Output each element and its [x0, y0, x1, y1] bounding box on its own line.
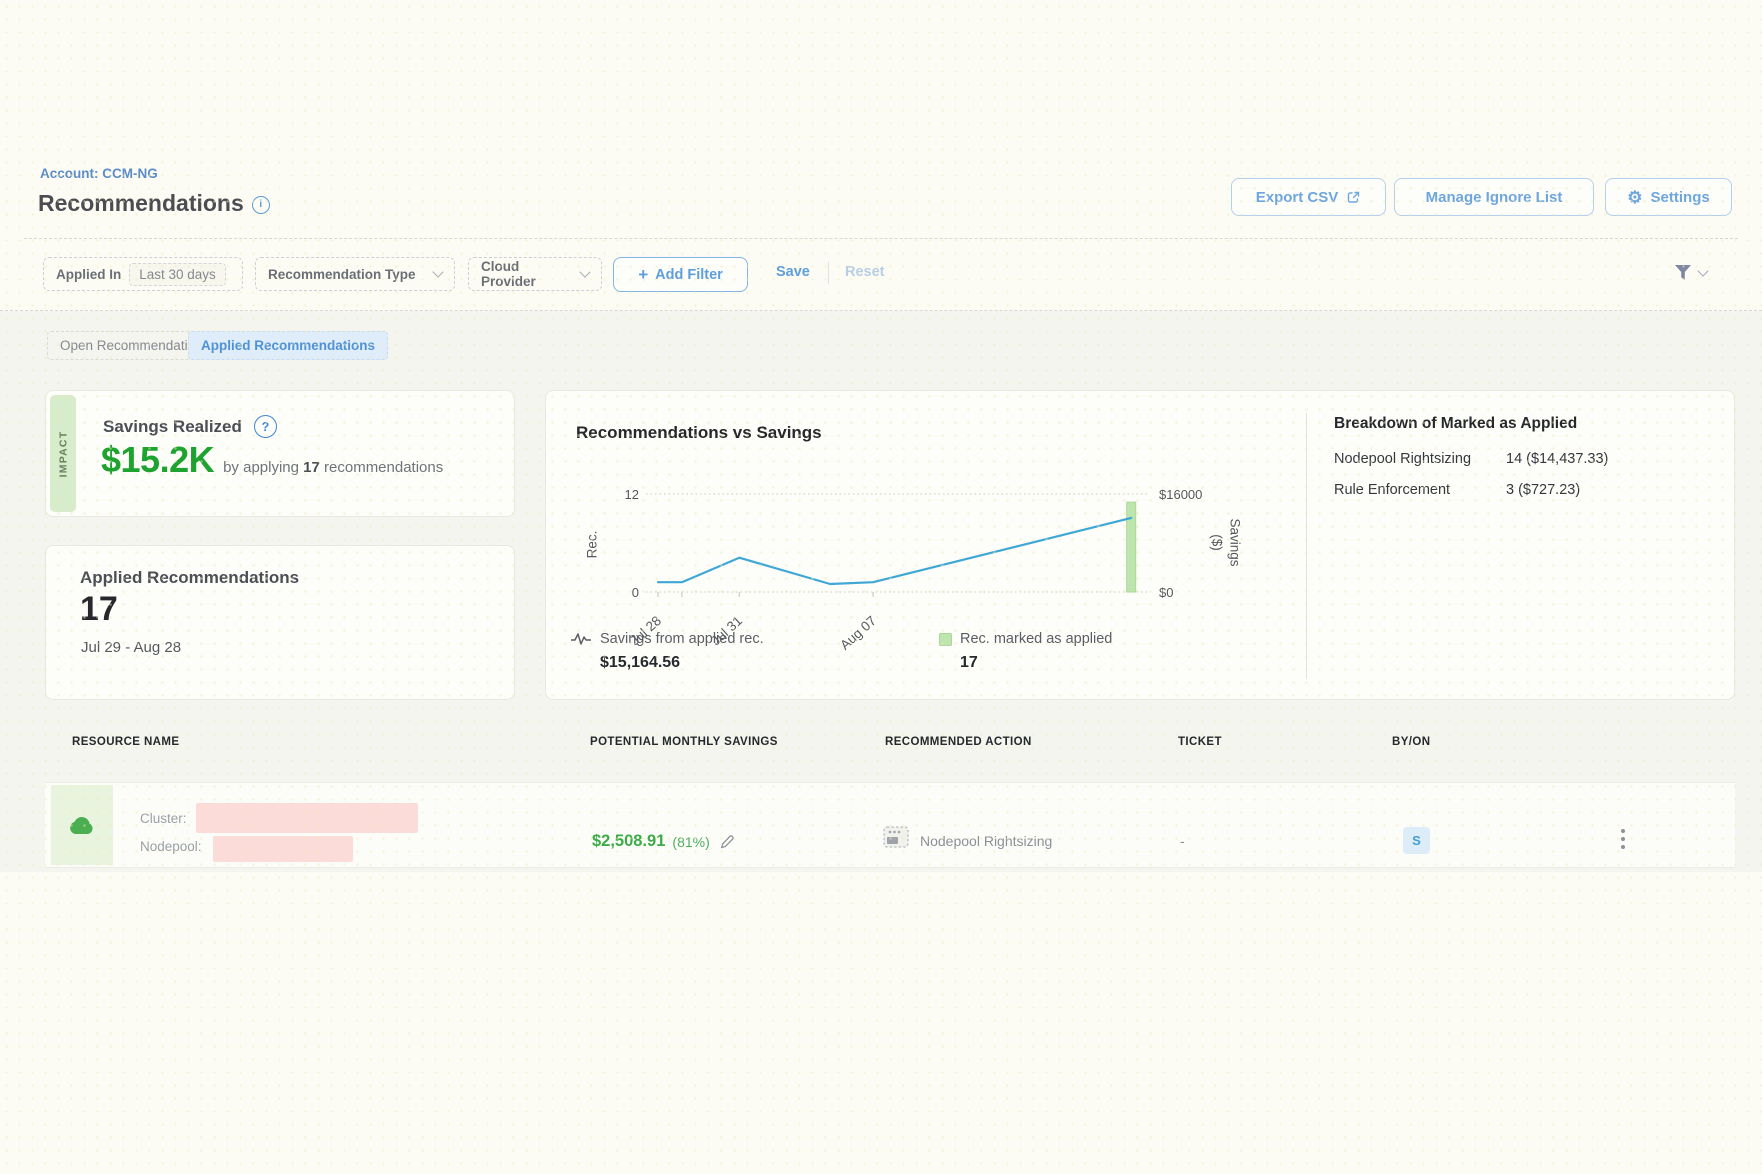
page-title: Recommendations: [38, 190, 244, 217]
applied-card-title: Applied Recommendations: [80, 568, 299, 588]
legend-bar-total: 17: [960, 654, 1112, 672]
recommendation-action-icon: [883, 826, 909, 848]
external-link-icon: [1346, 190, 1361, 205]
reset-filter-button[interactable]: Reset: [845, 264, 885, 280]
manage-ignore-list-label: Manage Ignore List: [1426, 189, 1563, 206]
nodepool-label: Nodepool:: [140, 839, 202, 854]
by-on-avatar-badge[interactable]: S: [1403, 827, 1430, 854]
gear-icon: ⚙: [1627, 189, 1642, 206]
chart-title: Recommendations vs Savings: [576, 423, 822, 443]
filter-bar-divider: [0, 310, 1762, 311]
cluster-cloud-icon: [68, 813, 96, 837]
bar-swatch-icon: [939, 633, 952, 646]
export-csv-button[interactable]: Export CSV: [1231, 178, 1386, 216]
savings-realized-card: IMPACT Savings Realized ? $15.2K by appl…: [45, 390, 515, 517]
right-axis-label: Savings ($): [1208, 511, 1243, 575]
legend-bar-label: Rec. marked as applied: [960, 631, 1112, 647]
applied-card-count: 17: [80, 590, 118, 629]
chevron-down-icon: [432, 266, 443, 277]
filter-applied-in-label: Applied In: [56, 267, 121, 282]
redacted-cluster-name: [196, 803, 418, 833]
recommendations-page: Account: CCM-NG Recommendations i Export…: [0, 0, 1762, 1174]
legend-line-label: Savings from applied rec.: [600, 631, 764, 647]
left-axis-label: Rec.: [585, 515, 600, 575]
chevron-down-icon: [1697, 265, 1708, 276]
filter-panel-toggle[interactable]: [1672, 263, 1707, 283]
filter-cloud-provider[interactable]: Cloud Provider: [468, 257, 602, 291]
export-csv-label: Export CSV: [1256, 189, 1339, 206]
help-icon[interactable]: ?: [254, 415, 277, 438]
savings-realized-value-row: $15.2K by applying 17 recommendations: [101, 439, 443, 481]
card-section-divider: [1306, 413, 1307, 679]
redacted-nodepool-name: [213, 836, 353, 862]
left-axis-tick-bottom: 0: [599, 585, 639, 600]
applied-recommendations-card: Applied Recommendations 17 Jul 29 - Aug …: [45, 545, 515, 700]
edit-pencil-icon[interactable]: [720, 834, 735, 849]
page-title-row: Recommendations i: [38, 190, 270, 217]
legend-line-series[interactable]: Savings from applied rec. $15,164.56: [570, 631, 764, 672]
breakdown-title: Breakdown of Marked as Applied: [1334, 415, 1724, 433]
row-menu-kebab-icon[interactable]: [1617, 825, 1629, 853]
savings-realized-desc: by applying 17 recommendations: [223, 459, 443, 476]
breakdown-row-label: Nodepool Rightsizing: [1334, 448, 1506, 470]
settings-button[interactable]: ⚙ Settings: [1605, 178, 1732, 216]
savings-realized-header: Savings Realized ?: [103, 415, 277, 438]
header-divider: [24, 238, 1738, 239]
x-axis-label: Aug 07: [810, 613, 879, 678]
ticket-value: -: [1180, 833, 1185, 849]
filter-cloud-provider-label: Cloud Provider: [481, 259, 573, 289]
chart-card: Recommendations vs Savings 12 0 Rec. $16…: [545, 390, 1735, 700]
recommendations-vs-savings-chart: [646, 486, 1151, 606]
potential-savings-cell: $2,508.91 (81%): [592, 832, 735, 851]
savings-percent: (81%): [672, 834, 709, 850]
breakdown-row-label: Rule Enforcement: [1334, 479, 1506, 501]
savings-realized-title: Savings Realized: [103, 417, 242, 437]
recommended-action-text: Nodepool Rightsizing: [920, 833, 1052, 849]
savings-realized-amount: $15.2K: [101, 439, 214, 481]
add-filter-label: Add Filter: [655, 267, 723, 283]
column-header-ticket[interactable]: Ticket: [1178, 736, 1222, 748]
funnel-icon: [1672, 263, 1694, 283]
filter-applied-in[interactable]: Applied In Last 30 days: [43, 257, 243, 291]
filter-applied-in-value[interactable]: Last 30 days: [129, 263, 226, 286]
save-filter-button[interactable]: Save: [776, 264, 810, 280]
breakdown-row-value: 3 ($727.23): [1506, 479, 1618, 501]
column-header-by-on[interactable]: By/On: [1392, 736, 1430, 748]
chevron-down-icon: [580, 266, 591, 277]
filter-recommendation-type[interactable]: Recommendation Type: [255, 257, 455, 291]
info-icon[interactable]: i: [252, 196, 270, 214]
legend-bar-series[interactable]: Rec. marked as applied 17: [939, 631, 1112, 672]
account-breadcrumb[interactable]: Account: CCM-NG: [40, 166, 158, 181]
column-header-recommended-action[interactable]: Recommended Action: [885, 736, 1032, 748]
impact-ribbon: IMPACT: [50, 395, 76, 512]
table-row[interactable]: Cluster: Nodepool: $2,508.91 (81%) Nodep…: [45, 782, 1735, 868]
tab-applied-recommendations[interactable]: Applied Recommendations: [188, 331, 388, 360]
cluster-label: Cluster:: [140, 811, 187, 826]
savings-amount: $2,508.91: [592, 832, 665, 851]
breakdown-row: Rule Enforcement 3 ($727.23): [1334, 479, 1724, 501]
filter-recommendation-type-label: Recommendation Type: [268, 267, 416, 282]
right-axis-tick-bottom: $0: [1159, 585, 1173, 600]
plus-icon: +: [638, 265, 648, 285]
breakdown-panel: Breakdown of Marked as Applied Nodepool …: [1334, 415, 1724, 502]
breakdown-row-value: 14 ($14,437.33): [1506, 448, 1618, 470]
left-axis-tick-top: 12: [599, 487, 639, 502]
breakdown-row: Nodepool Rightsizing 14 ($14,437.33): [1334, 448, 1724, 470]
applied-card-date-range: Jul 29 - Aug 28: [81, 639, 181, 656]
add-filter-button[interactable]: + Add Filter: [613, 257, 748, 292]
column-header-resource-name[interactable]: Resource Name: [72, 736, 179, 748]
manage-ignore-list-button[interactable]: Manage Ignore List: [1394, 178, 1594, 216]
applied-count-inline: 17: [303, 459, 320, 476]
column-header-potential-monthly-savings[interactable]: Potential Monthly Savings: [590, 736, 778, 748]
resource-type-cell: [51, 785, 113, 865]
filter-actions-divider: [828, 262, 829, 284]
right-axis-tick-top: $16000: [1159, 487, 1202, 502]
settings-label: Settings: [1651, 189, 1710, 206]
legend-line-total: $15,164.56: [600, 654, 764, 672]
activity-line-icon: [570, 632, 592, 646]
